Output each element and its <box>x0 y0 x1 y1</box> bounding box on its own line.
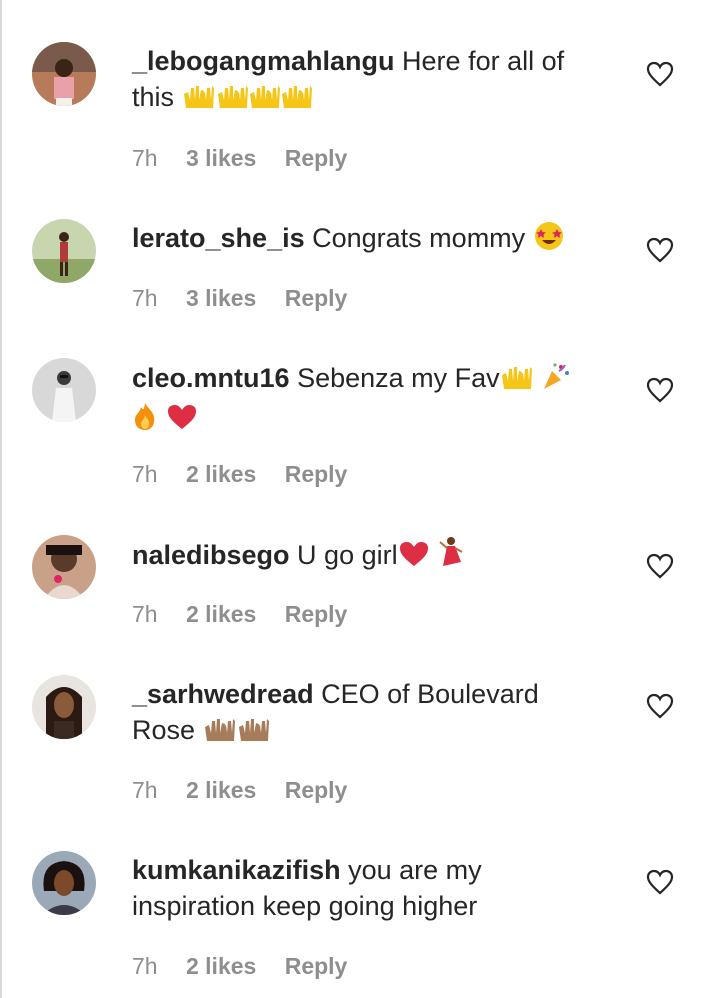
comment-time: 7h <box>132 285 158 311</box>
comment-body: _sarhwedread CEO of Boulevard Rose <box>132 676 602 752</box>
comment-username[interactable]: naledibsego <box>132 540 290 570</box>
comment-time: 7h <box>132 461 158 487</box>
heart-outline-icon[interactable] <box>646 693 674 719</box>
comment-username[interactable]: _lebogangmahlangu <box>132 46 395 76</box>
comment-likes[interactable]: 2 likes <box>186 775 256 805</box>
comment-username[interactable]: lerato_she_is <box>132 223 305 253</box>
avatar[interactable] <box>32 358 96 422</box>
heart-outline-icon[interactable] <box>646 553 674 579</box>
reply-button[interactable]: Reply <box>285 599 348 629</box>
comment-likes[interactable]: 3 likes <box>186 143 256 173</box>
comment-username[interactable]: _sarhwedread <box>132 679 314 709</box>
comment-body: cleo.mntu16 Sebenza my Fav <box>132 360 602 440</box>
reply-button[interactable]: Reply <box>285 951 348 981</box>
star-struck-icon <box>533 221 565 260</box>
raising-hands-dark-icon <box>203 715 271 752</box>
comment-username[interactable]: cleo.mntu16 <box>132 363 290 393</box>
comment-meta: 7h 2 likes Reply <box>132 599 347 629</box>
reply-button[interactable]: Reply <box>285 143 348 173</box>
raising-hands-icon <box>182 82 312 119</box>
comment-text: Congrats mommy <box>312 223 526 253</box>
comment-likes[interactable]: 3 likes <box>186 283 256 313</box>
heart-outline-icon[interactable] <box>646 61 674 87</box>
comment-body: lerato_she_is Congrats mommy <box>132 220 602 260</box>
comment-time: 7h <box>132 777 158 803</box>
heart-outline-icon[interactable] <box>646 237 674 263</box>
comment-text: Sebenza my Fav <box>297 363 500 393</box>
comment-body: kumkanikazifish you are my inspiration k… <box>132 852 602 924</box>
comment-likes[interactable]: 2 likes <box>186 459 256 489</box>
comment-meta: 7h 2 likes Reply <box>132 459 347 489</box>
reply-button[interactable]: Reply <box>285 459 348 489</box>
avatar[interactable] <box>32 535 96 599</box>
comment-meta: 7h 2 likes Reply <box>132 951 347 981</box>
left-border <box>0 0 2 998</box>
raising-hands-icon <box>500 363 534 400</box>
fire-icon <box>132 401 158 440</box>
heart-outline-icon[interactable] <box>646 869 674 895</box>
avatar[interactable] <box>32 219 96 283</box>
dancer-icon <box>437 536 465 577</box>
comment-likes[interactable]: 2 likes <box>186 599 256 629</box>
heart-outline-icon[interactable] <box>646 377 674 403</box>
red-heart-icon <box>398 540 430 577</box>
comment-time: 7h <box>132 145 158 171</box>
avatar[interactable] <box>32 675 96 739</box>
reply-button[interactable]: Reply <box>285 775 348 805</box>
comment-meta: 7h 2 likes Reply <box>132 775 347 805</box>
comment-time: 7h <box>132 601 158 627</box>
comment-text: U go girl <box>297 540 398 570</box>
party-popper-icon <box>541 361 571 400</box>
comment-username[interactable]: kumkanikazifish <box>132 855 341 885</box>
reply-button[interactable]: Reply <box>285 283 348 313</box>
comment-meta: 7h 3 likes Reply <box>132 283 347 313</box>
avatar[interactable] <box>32 42 96 106</box>
comment-body: naledibsego U go girl <box>132 536 602 577</box>
comment-likes[interactable]: 2 likes <box>186 951 256 981</box>
comment-meta: 7h 3 likes Reply <box>132 143 347 173</box>
red-heart-icon <box>166 403 198 440</box>
comment-body: _lebogangmahlangu Here for all of this <box>132 43 602 119</box>
comment-time: 7h <box>132 953 158 979</box>
avatar[interactable] <box>32 851 96 915</box>
